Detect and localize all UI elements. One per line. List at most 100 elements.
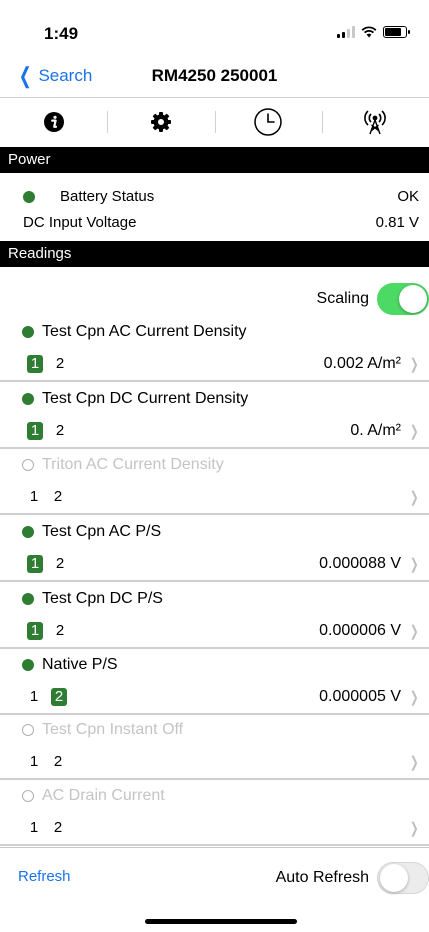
chevron-right-icon: ❯ — [410, 689, 420, 706]
channel-1-badge[interactable]: 1 — [27, 688, 41, 706]
broadcast-icon — [364, 110, 387, 135]
reading-value: 0.000088 V — [319, 555, 401, 572]
channel-selector: 12 — [27, 753, 65, 771]
reading-row[interactable]: Test Cpn AC P/S 1 2 0.000088 V ❯ — [0, 515, 429, 582]
channel-selector: 12 — [27, 622, 67, 640]
channel-selector: 12 — [27, 688, 67, 706]
channel-1-badge[interactable]: 1 — [27, 622, 43, 640]
gear-icon — [150, 112, 171, 132]
reading-row[interactable]: Triton AC Current Density 1 2 ❯ — [0, 448, 429, 515]
chevron-right-icon: ❯ — [410, 754, 420, 771]
reading-status-indicator — [22, 393, 34, 405]
reading-status-indicator — [22, 659, 34, 671]
refresh-button[interactable]: Refresh — [18, 868, 71, 885]
info-icon — [43, 112, 64, 132]
nav-bar: ❮ Search RM4250 250001 — [0, 58, 429, 98]
channel-2-badge[interactable]: 2 — [51, 488, 65, 506]
reading-name: Test Cpn AC P/S — [22, 523, 161, 541]
tab-communication[interactable] — [321, 99, 429, 145]
chevron-right-icon: ❯ — [410, 623, 420, 640]
dc-input-voltage-value: 0.81 V — [375, 214, 419, 231]
footer-divider — [0, 847, 429, 848]
signal-icon — [337, 26, 355, 38]
reading-row[interactable]: Native P/S 1 2 0.000005 V ❯ — [0, 648, 429, 715]
dc-input-voltage-label: DC Input Voltage — [23, 214, 137, 231]
channel-2-badge[interactable]: 2 — [53, 622, 67, 640]
dc-input-voltage-row: DC Input Voltage 0.81 V — [0, 211, 429, 235]
reading-status-indicator — [22, 790, 34, 802]
channel-2-badge[interactable]: 2 — [51, 688, 67, 706]
scaling-control: Scaling — [317, 283, 429, 315]
channel-1-badge[interactable]: 1 — [27, 753, 41, 771]
channel-2-badge[interactable]: 2 — [51, 819, 65, 837]
reading-name: Test Cpn Instant Off — [22, 721, 183, 739]
reading-name: Test Cpn DC Current Density — [22, 390, 248, 408]
battery-icon — [383, 26, 410, 38]
status-icons — [337, 26, 410, 38]
reading-status-indicator — [22, 526, 34, 538]
tab-history[interactable] — [214, 99, 322, 145]
power-section-header: Power — [0, 147, 429, 173]
battery-status-value: OK — [397, 188, 419, 205]
tab-settings[interactable] — [107, 99, 214, 145]
reading-name: Triton AC Current Density — [22, 456, 224, 474]
reading-status-indicator — [22, 724, 34, 736]
channel-selector: 12 — [27, 488, 65, 506]
reading-name-label: AC Drain Current — [42, 787, 165, 804]
reading-status-indicator — [22, 459, 34, 471]
reading-value: 0. A/m² — [350, 422, 401, 439]
tab-info[interactable] — [0, 99, 107, 145]
readings-section-header: Readings — [0, 241, 429, 267]
channel-selector: 12 — [27, 422, 67, 440]
auto-refresh-label: Auto Refresh — [275, 869, 369, 886]
reading-value: 0.002 A/m² — [323, 355, 401, 372]
channel-1-badge[interactable]: 1 — [27, 819, 41, 837]
wifi-icon — [361, 26, 377, 38]
auto-refresh-toggle[interactable] — [377, 862, 429, 894]
reading-name-label: Test Cpn DC Current Density — [42, 390, 249, 407]
clock-icon — [254, 108, 282, 136]
reading-name-label: Test Cpn Instant Off — [42, 721, 184, 738]
reading-name: Native P/S — [22, 656, 118, 674]
channel-selector: 12 — [27, 555, 67, 573]
channel-1-badge[interactable]: 1 — [27, 488, 41, 506]
reading-name: Test Cpn AC Current Density — [22, 323, 247, 341]
home-indicator — [145, 919, 297, 924]
channel-1-badge[interactable]: 1 — [27, 422, 43, 440]
reading-status-indicator — [22, 326, 34, 338]
reading-row[interactable]: Test Cpn DC Current Density 1 2 0. A/m² ❯ — [0, 382, 429, 449]
reading-row[interactable]: AC Drain Current 1 2 ❯ — [0, 779, 429, 846]
reading-row[interactable]: Test Cpn DC P/S 1 2 0.000006 V ❯ — [0, 582, 429, 649]
chevron-right-icon: ❯ — [410, 820, 420, 837]
status-bar: 1:49 — [0, 0, 429, 58]
channel-1-badge[interactable]: 1 — [27, 355, 43, 373]
chevron-right-icon: ❯ — [410, 489, 420, 506]
channel-2-badge[interactable]: 2 — [53, 355, 67, 373]
reading-row[interactable]: Test Cpn Instant Off 1 2 ❯ — [0, 713, 429, 780]
chevron-right-icon: ❯ — [410, 356, 420, 373]
reading-name: AC Drain Current — [22, 787, 165, 805]
status-time: 1:49 — [44, 24, 79, 43]
channel-selector: 12 — [27, 819, 65, 837]
reading-value: 0.000006 V — [319, 622, 401, 639]
page-title: RM4250 250001 — [151, 66, 278, 85]
scaling-label: Scaling — [316, 290, 369, 307]
reading-name-label: Test Cpn AC Current Density — [42, 323, 247, 340]
reading-name-label: Test Cpn AC P/S — [42, 523, 162, 540]
chevron-right-icon: ❯ — [410, 423, 420, 440]
channel-1-badge[interactable]: 1 — [27, 555, 43, 573]
reading-name-label: Test Cpn DC P/S — [42, 590, 163, 607]
reading-name-label: Triton AC Current Density — [42, 456, 224, 473]
reading-name-label: Native P/S — [42, 656, 118, 673]
channel-2-badge[interactable]: 2 — [53, 555, 67, 573]
toolbar — [0, 99, 429, 145]
channel-2-badge[interactable]: 2 — [51, 753, 65, 771]
scaling-toggle[interactable] — [377, 283, 429, 315]
reading-name: Test Cpn DC P/S — [22, 590, 163, 608]
battery-status-label: Battery Status — [60, 188, 155, 205]
channel-selector: 12 — [27, 355, 67, 373]
chevron-right-icon: ❯ — [410, 556, 420, 573]
channel-2-badge[interactable]: 2 — [53, 422, 67, 440]
battery-status-indicator — [23, 191, 35, 203]
reading-row[interactable]: Test Cpn AC Current Density 1 2 0.002 A/m² ❯ — [0, 315, 429, 382]
